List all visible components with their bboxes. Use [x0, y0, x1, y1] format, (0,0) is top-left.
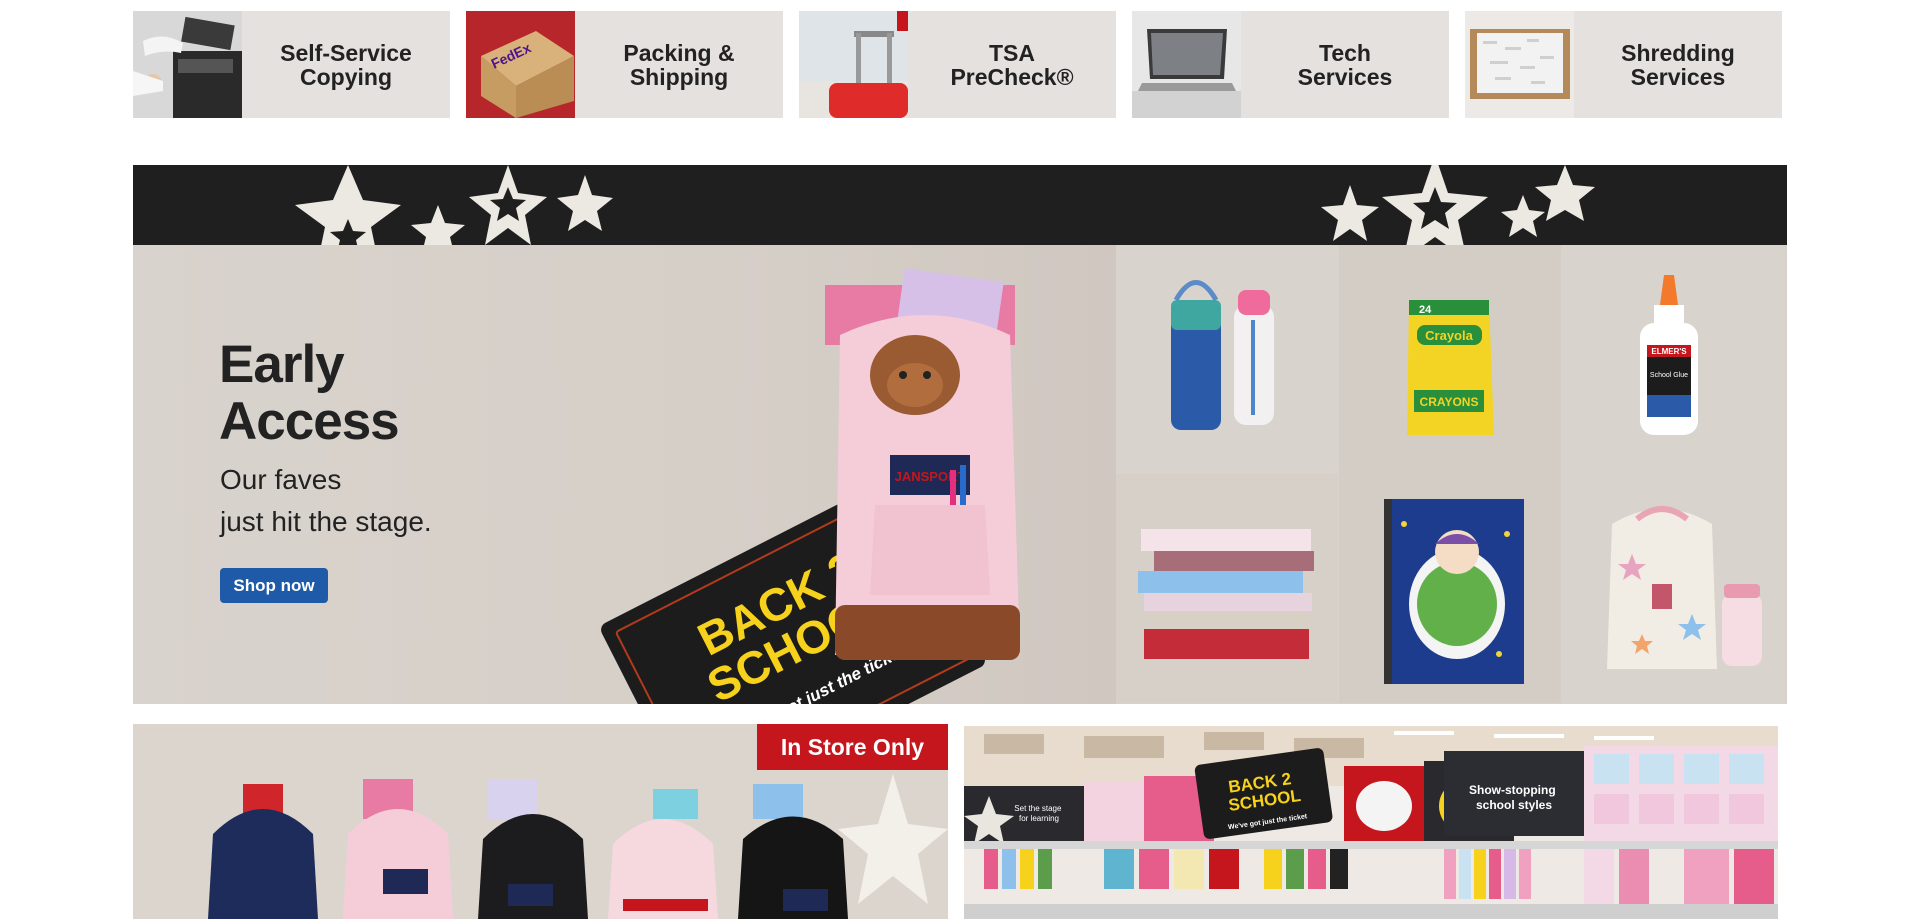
service-label: Tech Services — [1297, 39, 1393, 90]
service-tile-copying[interactable]: Self-Service Copying — [133, 11, 450, 118]
svg-text:24: 24 — [1419, 304, 1432, 316]
svg-text:CRAYONS: CRAYONS — [1420, 395, 1479, 409]
svg-text:Crayola: Crayola — [1425, 328, 1473, 343]
store-display-promo[interactable]: Set the stage for learning BACK 2 SCHOOL… — [964, 726, 1778, 919]
hero-subtitle: Our faves just hit the stage. — [220, 464, 432, 537]
notebook-stack-icon[interactable] — [1116, 474, 1338, 703]
pink-backpack-icon: JANSPORT — [825, 268, 1020, 660]
hero-banner[interactable]: Crayola CRAYONS 24 ELMER'S School Glue B… — [133, 165, 1787, 704]
svg-text:School Glue: School Glue — [1650, 372, 1688, 379]
marquee-stars-icon — [295, 165, 1595, 265]
package-icon: FedEx — [466, 11, 575, 118]
service-label: TSA PreCheck® — [950, 39, 1074, 90]
svg-text:Show-stopping school sty: Show-stopping school styles — [1469, 783, 1559, 812]
hero-stage-strip — [133, 165, 1787, 265]
service-label: Packing & Shipping — [623, 39, 735, 90]
service-label: Shredding Services — [1621, 39, 1735, 90]
copier-icon — [133, 11, 242, 118]
luggage-icon — [799, 11, 908, 118]
service-tile-tsa[interactable]: TSA PreCheck® — [799, 11, 1116, 118]
crayon-box-icon[interactable]: Crayola CRAYONS 24 — [1339, 245, 1561, 474]
svg-text:ELMER'S: ELMER'S — [1651, 347, 1687, 356]
service-label: Self-Service Copying — [280, 39, 412, 90]
store-aisle-icon: Set the stage for learning BACK 2 SCHOOL… — [964, 726, 1778, 919]
service-tile-tech[interactable]: Tech Services — [1132, 11, 1449, 118]
buzz-notebook-icon[interactable] — [1339, 474, 1561, 703]
shred-box-icon — [1465, 11, 1574, 118]
mini-backpack-icon[interactable] — [1562, 474, 1784, 703]
glue-bottle-icon[interactable]: ELMER'S School Glue — [1562, 245, 1784, 474]
hero-title: Early Access — [219, 335, 400, 451]
laptop-icon — [1132, 11, 1241, 118]
shop-now-button[interactable]: Shop now — [220, 568, 328, 603]
in-store-only-badge: In Store Only — [757, 724, 948, 770]
services-row: Self-Service Copying FedEx Packing & Shi… — [133, 11, 1783, 118]
service-tile-packing[interactable]: FedEx Packing & Shipping — [466, 11, 783, 118]
tumbler-icon[interactable] — [1116, 245, 1338, 474]
service-tile-shredding[interactable]: Shredding Services — [1465, 11, 1782, 118]
svg-text:Set the stage for learni: Set the stage for learning — [1014, 804, 1063, 823]
